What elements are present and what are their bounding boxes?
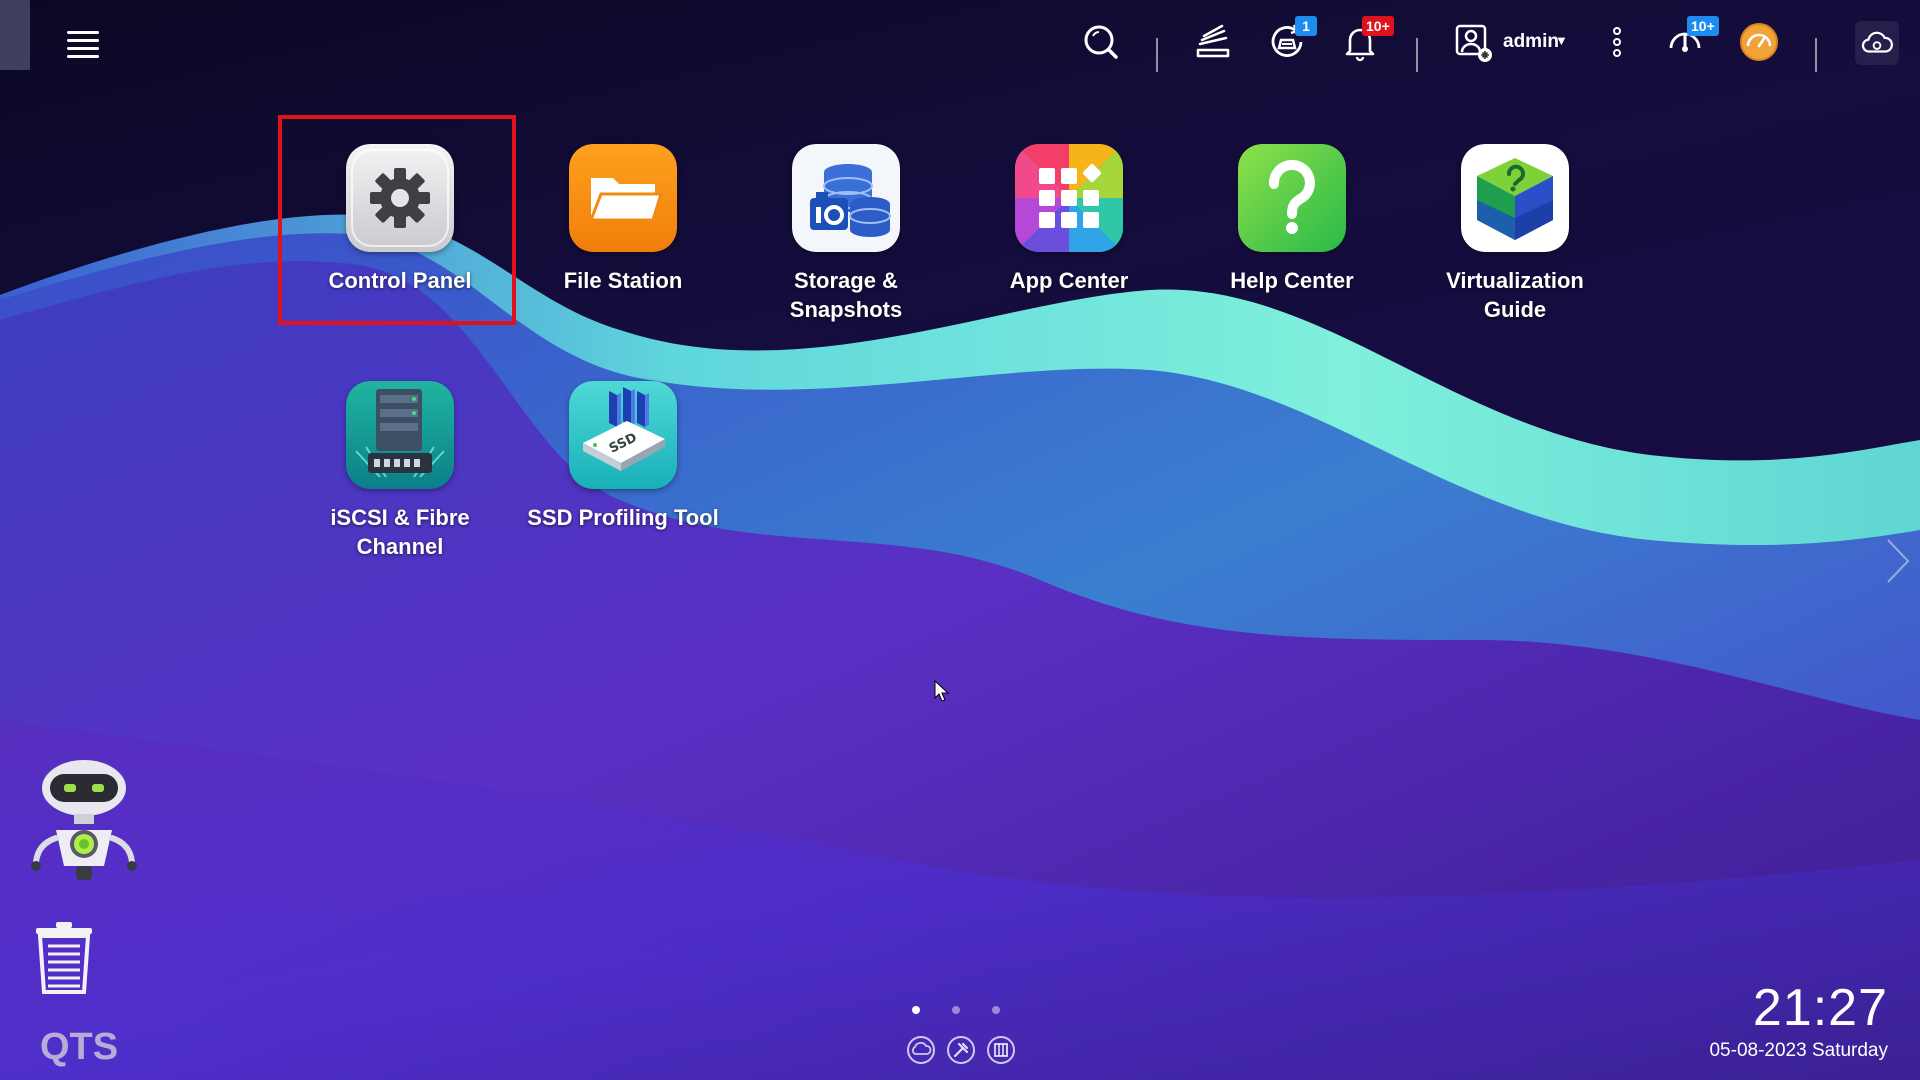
ssd-icon: SSD	[569, 381, 677, 489]
main-menu-button[interactable]	[59, 20, 107, 68]
clock-date: 05-08-2023 Saturday	[1709, 1040, 1888, 1061]
next-page-arrow-icon[interactable]	[1880, 536, 1914, 586]
desktop-shortcut-2[interactable]	[946, 1035, 976, 1065]
username-label[interactable]: admin	[1503, 31, 1559, 53]
gear-icon	[346, 144, 454, 252]
app-tile[interactable]	[569, 144, 677, 252]
resource-monitor-button[interactable]	[1735, 18, 1783, 66]
tools-circle-icon	[947, 1036, 975, 1064]
toolbar-divider	[1815, 38, 1817, 72]
notifications-button[interactable]: 10+	[1336, 16, 1394, 66]
background-tasks-button[interactable]: 1	[1263, 16, 1317, 66]
search-icon	[1084, 25, 1118, 59]
app-label: SSD Profiling Tool	[527, 505, 719, 530]
page-dot-1[interactable]	[912, 1006, 920, 1014]
storage-icon	[792, 144, 900, 252]
dashboard-shortcuts	[906, 1035, 1016, 1065]
clock-time: 21:27	[1752, 979, 1888, 1037]
server-icon	[346, 381, 454, 489]
notifications-count-badge: 10+	[1362, 16, 1394, 36]
page-dot-3[interactable]	[992, 1006, 1000, 1014]
app-tile[interactable]: SSD	[569, 381, 677, 489]
app-label: Control Panel	[328, 268, 472, 293]
user-settings-icon	[1455, 24, 1492, 62]
vertical-dots-icon	[1613, 27, 1621, 57]
page-indicator	[912, 1006, 1000, 1014]
qts-logo: QTS	[40, 1026, 119, 1068]
helpdesk-robot-icon[interactable]	[30, 758, 138, 886]
system-status-button[interactable]: 10+	[1661, 16, 1719, 66]
app-label: Virtualization Guide	[1446, 268, 1584, 322]
app-tile[interactable]	[1238, 144, 1346, 252]
cloud-icon	[1861, 31, 1893, 53]
question-icon	[1238, 144, 1346, 252]
app-label: Storage & Snapshots	[789, 268, 903, 322]
desktop-shortcut-3[interactable]	[986, 1035, 1016, 1065]
app-label: iSCSI & Fibre Channel	[330, 505, 470, 559]
folder-icon	[569, 144, 677, 252]
toolbar-divider	[1156, 38, 1158, 72]
app-control-panel[interactable]: Control Panel	[295, 144, 505, 295]
desktop-shortcut-1[interactable]	[906, 1035, 936, 1065]
app-tile[interactable]	[1015, 144, 1123, 252]
speedometer-icon	[1740, 23, 1778, 61]
mouse-cursor-icon	[934, 680, 950, 702]
app-app-center[interactable]: App Center	[964, 144, 1174, 295]
columns-circle-icon	[987, 1036, 1015, 1064]
tasks-count-badge: 1	[1295, 16, 1317, 36]
hamburger-menu-icon	[67, 31, 99, 58]
more-options-button[interactable]	[1593, 18, 1641, 66]
app-tile[interactable]	[792, 144, 900, 252]
page-dot-2[interactable]	[952, 1006, 960, 1014]
cloud-circle-icon	[907, 1036, 935, 1064]
app-tile[interactable]	[346, 381, 454, 489]
app-tile[interactable]	[1461, 144, 1569, 252]
stacked-documents-icon	[1196, 24, 1230, 58]
toolbar-divider	[1416, 38, 1418, 72]
app-label: App Center	[1009, 268, 1129, 293]
app-virtualization-guide[interactable]: Virtualization Guide	[1410, 144, 1620, 324]
firmware-update-badge: 10+	[1687, 16, 1719, 36]
myqnapcloud-button[interactable]	[1855, 21, 1899, 65]
app-tile[interactable]	[346, 144, 454, 252]
wallpaper	[0, 0, 1920, 1080]
app-ssd-profiling-tool[interactable]: SSD SSD Profiling Tool	[518, 381, 728, 532]
app-label: Help Center	[1230, 268, 1354, 293]
cube-icon	[1461, 144, 1569, 252]
app-storage-snapshots[interactable]: Storage & Snapshots	[741, 144, 951, 324]
app-help-center[interactable]: Help Center	[1187, 144, 1397, 295]
app-file-station[interactable]: File Station	[518, 144, 728, 295]
app-label: File Station	[563, 268, 683, 293]
event-log-button[interactable]	[1189, 18, 1237, 66]
desktop[interactable]: 1 10+ admin ▼ 10+ Control Panel File Sta…	[0, 0, 1920, 1080]
search-button[interactable]	[1077, 18, 1125, 66]
chevron-down-icon[interactable]: ▼	[1555, 33, 1568, 48]
recycle-bin-icon[interactable]	[34, 920, 94, 994]
top-bar: 1 10+ admin ▼ 10+	[0, 0, 1920, 90]
user-menu-button[interactable]	[1449, 18, 1497, 66]
app-grid-icon	[1015, 144, 1123, 252]
app-iscsi-fibre-channel[interactable]: iSCSI & Fibre Channel	[295, 381, 505, 561]
